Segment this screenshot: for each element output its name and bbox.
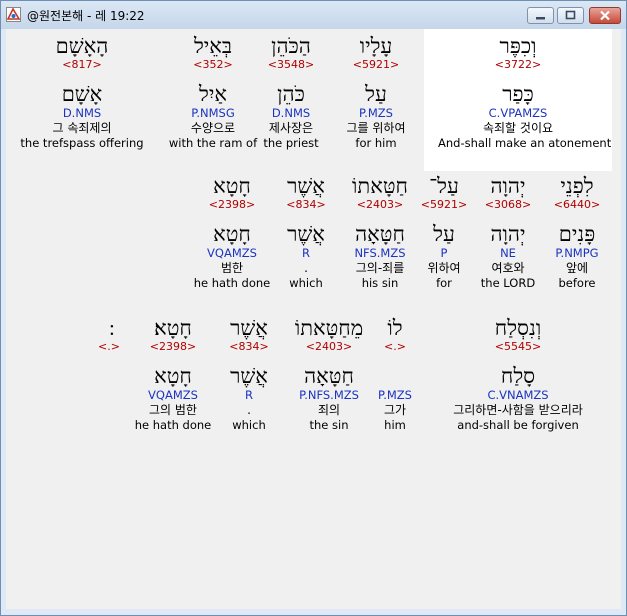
lemma-word: סָלַח: [500, 364, 536, 388]
hebrew-word: לִפְנֵי: [560, 174, 594, 198]
close-icon: [600, 10, 610, 21]
english-gloss: And-shall make an atonement: [438, 136, 612, 150]
lemma-word: פָּנִים: [558, 222, 596, 246]
korean-gloss: 앞에: [565, 261, 589, 275]
window-title: @원전본해 - 레 19:22: [27, 9, 145, 23]
korean-gloss: 속죄할 것이요: [482, 121, 554, 135]
app-window: @원전본해 - 레 19:22 הָאָשָׁם <817> אָשָׁם D.NMS…: [0, 0, 627, 616]
korean-gloss: 그리하면-사함을 받으리라: [453, 403, 583, 417]
maximize-icon: [565, 10, 576, 20]
strong-number: <6440>: [553, 198, 601, 211]
korean-gloss: 그를 위하여: [346, 121, 406, 135]
minimize-button[interactable]: [527, 7, 554, 24]
app-logo-icon: [6, 7, 21, 22]
hebrew-word: וְכִפֶּר: [499, 34, 537, 58]
title-bar[interactable]: @원전본해 - 레 19:22: [1, 1, 626, 29]
close-button[interactable]: [589, 7, 621, 24]
strong-number: <5545>: [494, 340, 542, 353]
morphology-code: P.MZS: [359, 106, 393, 120]
strong-number: <3722>: [494, 58, 542, 71]
hebrew-word: עָלָיו: [359, 34, 393, 58]
word-cell[interactable]: וְכִפֶּר <3722> כָּפַר C.VPAMZS 속죄할 것이요 And-s…: [438, 34, 612, 151]
maximize-button[interactable]: [557, 7, 584, 24]
morphology-code: C.VPAMZS: [488, 106, 548, 120]
minimize-icon: [536, 17, 545, 20]
morphology-code: P.NMPG: [555, 246, 599, 260]
word-cell[interactable]: עָלָיו <5921> עַל P.MZS 그를 위하여 for him: [296, 34, 456, 151]
hebrew-word: וְנִסְלַח: [494, 316, 542, 340]
interlinear-view[interactable]: הָאָשָׁם <817> אָשָׁם D.NMS 그 속죄제의 the trefsp…: [6, 29, 621, 609]
english-gloss: and-shall be forgiven: [457, 418, 579, 432]
morphology-code: C.VNAMZS: [487, 388, 549, 402]
english-gloss: for him: [355, 136, 397, 150]
lemma-word: עַל: [365, 82, 387, 106]
lemma-word: כָּפַר: [502, 82, 534, 106]
strong-number: <5921>: [352, 58, 400, 71]
word-cell[interactable]: לִפְנֵי <6440> פָּנִים P.NMPG 앞에 before: [497, 174, 621, 291]
english-gloss: before: [558, 276, 596, 290]
word-cell[interactable]: וְנִסְלַח <5545> סָלַח C.VNAMZS 그리하면-사함을 받으리…: [438, 316, 598, 433]
